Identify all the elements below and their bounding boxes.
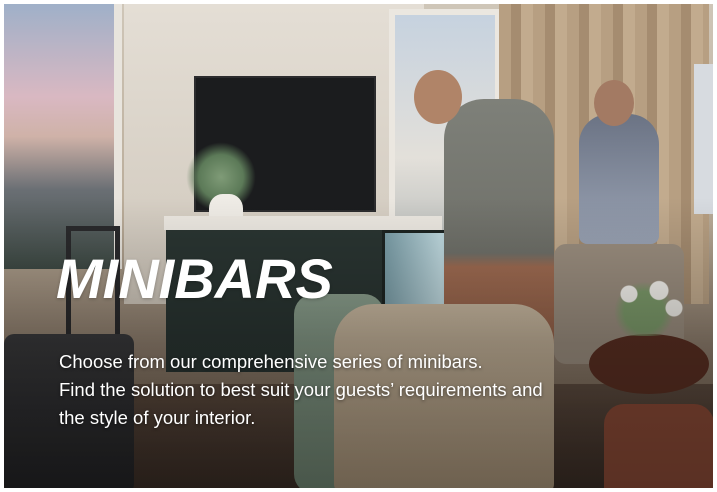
hero-title: MINIBARS xyxy=(56,247,333,310)
hero-description-line: Find the solution to best suit your gues… xyxy=(59,379,543,400)
hero-description-line: Choose from our comprehensive series of … xyxy=(59,351,483,372)
hero-description-line: the style of your interior. xyxy=(59,407,256,428)
hero-description: Choose from our comprehensive series of … xyxy=(59,348,679,432)
hero-banner: MINIBARS Choose from our comprehensive s… xyxy=(4,4,713,488)
